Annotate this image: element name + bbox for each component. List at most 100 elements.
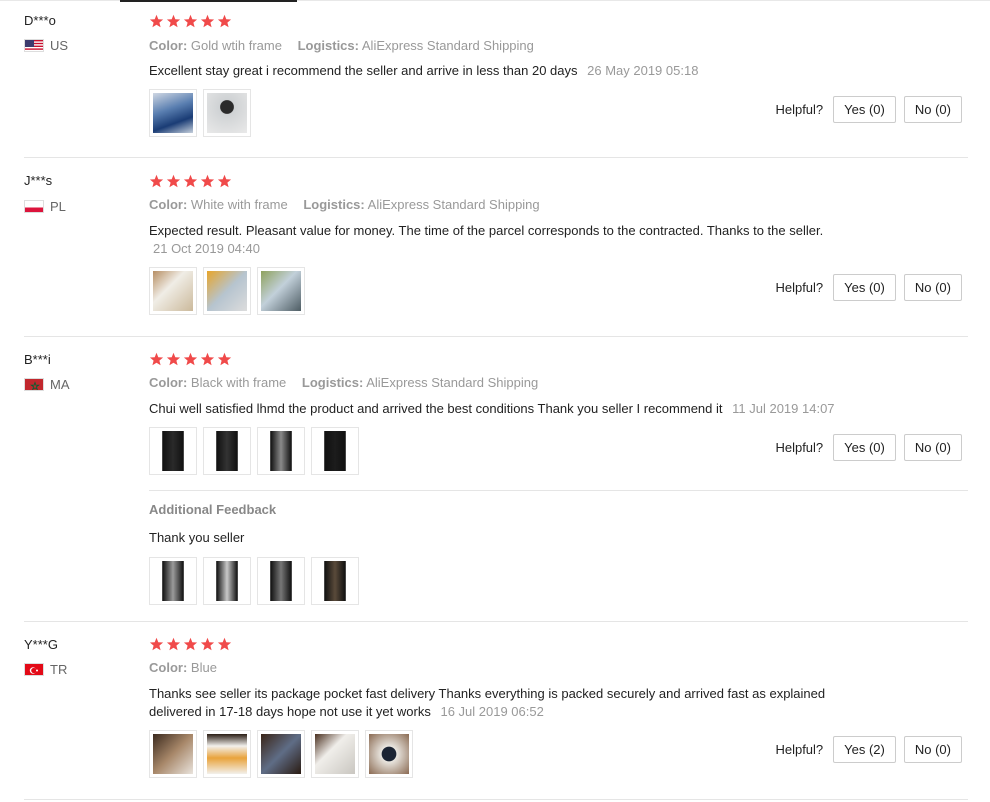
review-divider <box>24 799 968 800</box>
tr-flag-icon <box>24 663 44 676</box>
reviewer-name: D***o <box>24 13 56 28</box>
helpful-no-button[interactable]: No (0) <box>903 434 962 461</box>
country-code: US <box>50 38 69 53</box>
additional-feedback-divider <box>149 490 968 491</box>
review-text: Thanks see seller its package pocket fas… <box>149 685 825 721</box>
reviewer-country: MA <box>24 377 70 392</box>
star-icon <box>200 352 215 366</box>
logistics-value: AliExpress Standard Shipping <box>361 38 534 53</box>
logistics-label: Logistics: <box>297 38 359 53</box>
review-date: 26 May 2019 05:18 <box>587 63 699 78</box>
review-photo-thumb[interactable] <box>203 730 251 778</box>
review-photo-thumb[interactable] <box>203 267 251 315</box>
logistics-value: AliExpress Standard Shipping <box>366 375 539 390</box>
country-code: TR <box>50 662 68 677</box>
color-value: Black with frame <box>190 375 287 390</box>
helpful-no-button[interactable]: No (0) <box>903 96 962 123</box>
helpful-controls: Helpful? Yes (0) No (0) <box>775 274 962 301</box>
review-divider <box>24 336 968 337</box>
helpful-label: Helpful? <box>775 280 824 295</box>
review-text: Excellent stay great i recommend the sel… <box>149 62 698 80</box>
star-icon <box>166 352 181 366</box>
review-body-line1: Thanks see seller its package pocket fas… <box>149 686 826 701</box>
star-rating <box>149 352 232 367</box>
star-icon <box>149 174 164 188</box>
pl-flag-icon <box>24 200 44 213</box>
review-photo-thumb[interactable] <box>311 730 359 778</box>
review-photo-thumb[interactable] <box>203 557 251 605</box>
color-value: White with frame <box>190 197 288 212</box>
review-date: 21 Oct 2019 04:40 <box>153 241 260 256</box>
helpful-yes-button[interactable]: Yes (0) <box>833 274 896 301</box>
review-photo-thumb[interactable] <box>149 89 197 137</box>
review-photos <box>149 89 251 137</box>
star-icon <box>183 637 198 651</box>
helpful-controls: Helpful? Yes (2) No (0) <box>775 736 962 763</box>
review-meta: Color: Blue <box>149 660 229 675</box>
review-meta: Color: White with frame Logistics: AliEx… <box>149 197 552 212</box>
review-photo-thumb[interactable] <box>365 730 413 778</box>
star-rating <box>149 637 232 652</box>
star-icon <box>166 174 181 188</box>
star-icon <box>217 352 232 366</box>
helpful-controls: Helpful? Yes (0) No (0) <box>775 96 962 123</box>
review-photo-thumb[interactable] <box>203 89 251 137</box>
us-flag-icon <box>24 39 44 52</box>
active-tab-indicator <box>120 0 297 2</box>
reviewer-country: TR <box>24 662 67 677</box>
reviewer-name: J***s <box>24 173 53 188</box>
review-divider <box>24 157 968 158</box>
review-photo-thumb[interactable] <box>149 557 197 605</box>
star-icon <box>183 174 198 188</box>
review-photo-thumb[interactable] <box>257 557 305 605</box>
helpful-yes-button[interactable]: Yes (0) <box>833 434 896 461</box>
helpful-no-button[interactable]: No (0) <box>903 274 962 301</box>
review-photos <box>149 730 413 778</box>
review-photo-thumb[interactable] <box>149 267 197 315</box>
review-photo-thumb[interactable] <box>149 427 197 475</box>
star-rating <box>149 14 232 29</box>
additional-feedback-title: Additional Feedback <box>149 502 277 517</box>
review-photo-thumb[interactable] <box>311 557 359 605</box>
review-photos <box>149 427 359 475</box>
star-icon <box>166 14 181 28</box>
helpful-label: Helpful? <box>775 102 824 117</box>
color-value: Gold wtih frame <box>190 38 282 53</box>
review-body: Expected result. Pleasant value for mone… <box>149 223 824 238</box>
review-photo-thumb[interactable] <box>149 730 197 778</box>
additional-feedback-photos <box>149 557 359 605</box>
helpful-label: Helpful? <box>775 440 824 455</box>
reviewer-country: US <box>24 38 68 53</box>
reviewer-name: Y***G <box>24 637 58 652</box>
helpful-no-button[interactable]: No (0) <box>903 736 962 763</box>
color-label: Color: <box>149 197 188 212</box>
review-text: Chui well satisfied lhmd the product and… <box>149 400 835 418</box>
review-text: Expected result. Pleasant value for mone… <box>149 222 889 258</box>
star-icon <box>183 352 198 366</box>
logistics-value: AliExpress Standard Shipping <box>367 197 540 212</box>
color-label: Color: <box>149 38 188 53</box>
reviewer-name: B***i <box>24 352 51 367</box>
star-icon <box>217 14 232 28</box>
color-label: Color: <box>149 660 188 675</box>
star-rating <box>149 174 232 189</box>
ma-flag-icon <box>24 378 44 391</box>
logistics-label: Logistics: <box>301 375 364 390</box>
star-icon <box>200 14 215 28</box>
star-icon <box>149 352 164 366</box>
review-photo-thumb[interactable] <box>257 730 305 778</box>
review-body-line2: delivered in 17-18 days hope not use it … <box>149 704 431 719</box>
review-photo-thumb[interactable] <box>257 267 305 315</box>
review-body: Chui well satisfied lhmd the product and… <box>149 401 723 416</box>
star-icon <box>217 174 232 188</box>
helpful-yes-button[interactable]: Yes (2) <box>833 736 896 763</box>
review-date: 16 Jul 2019 06:52 <box>440 704 544 719</box>
review-photo-thumb[interactable] <box>257 427 305 475</box>
star-icon <box>217 637 232 651</box>
review-meta: Color: Gold wtih frame Logistics: AliExp… <box>149 38 546 53</box>
review-photo-thumb[interactable] <box>203 427 251 475</box>
review-body: Excellent stay great i recommend the sel… <box>149 63 578 78</box>
helpful-yes-button[interactable]: Yes (0) <box>833 96 896 123</box>
color-label: Color: <box>149 375 188 390</box>
review-photo-thumb[interactable] <box>311 427 359 475</box>
